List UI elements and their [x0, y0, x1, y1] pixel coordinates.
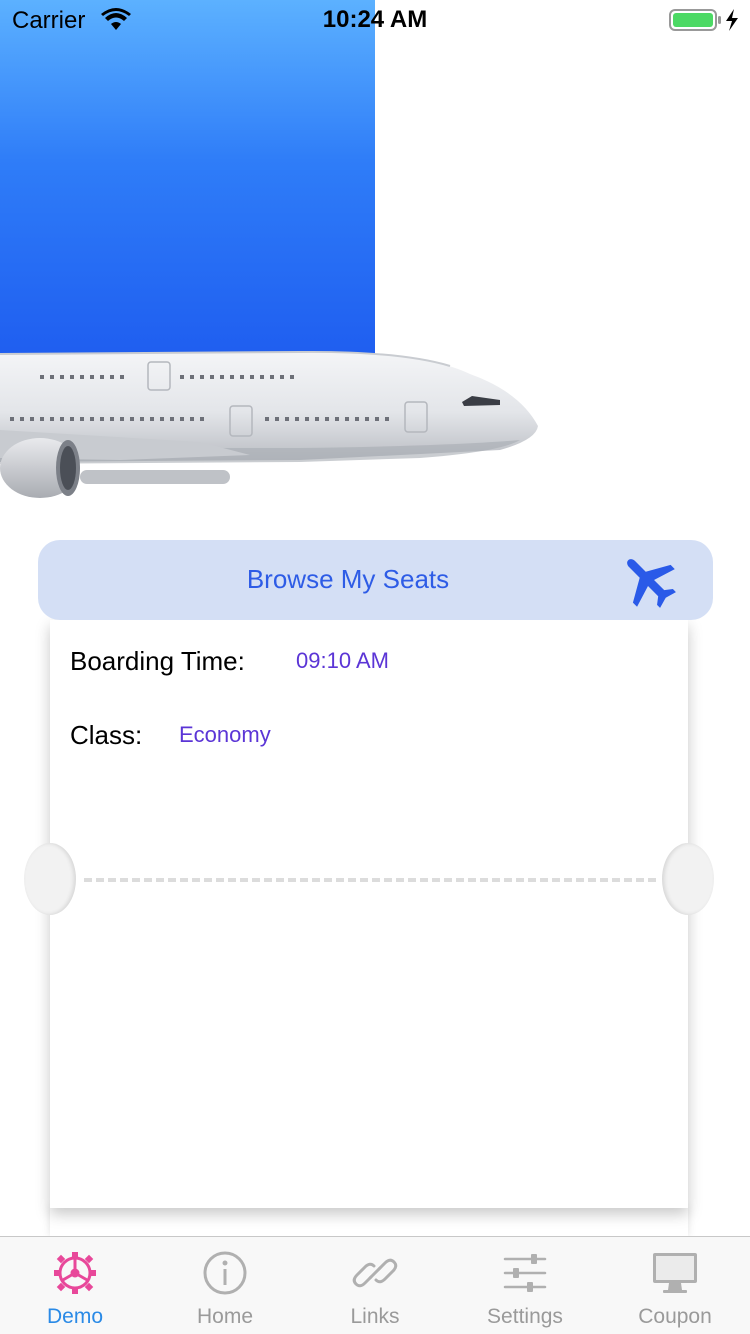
tab-links-label: Links: [350, 1305, 400, 1328]
tab-home[interactable]: Home: [150, 1237, 300, 1334]
tab-coupon[interactable]: Coupon: [600, 1237, 750, 1334]
tab-bar: Demo Home Links Settings Coupon: [0, 1236, 750, 1334]
tab-links[interactable]: Links: [300, 1237, 450, 1334]
boarding-time-value: 09:10 AM: [296, 648, 389, 673]
monitor-icon: [653, 1253, 697, 1293]
boarding-time-label: Boarding Time:: [70, 646, 245, 676]
battery-charging-icon: [669, 9, 738, 31]
link-icon: [352, 1258, 398, 1288]
tab-demo-label: Demo: [46, 1305, 104, 1328]
ticket-notch-left: [24, 843, 76, 915]
sliders-icon: [503, 1254, 547, 1292]
gear-icon: [54, 1252, 96, 1294]
class-value: Economy: [179, 722, 271, 747]
ticket-card-lower-edge: [50, 1208, 688, 1238]
status-bar: Carrier 10:24 AM: [0, 0, 750, 40]
ticket-card: Boarding Time: 09:10 AM Class: Economy: [50, 620, 688, 1208]
tab-coupon-label: Coupon: [638, 1305, 712, 1328]
browse-seats-button[interactable]: Browse My Seats: [38, 540, 713, 620]
tab-home-label: Home: [196, 1305, 254, 1328]
airplane-icon[interactable]: [616, 548, 680, 612]
ticket-notch-right: [662, 843, 714, 915]
tab-settings-label: Settings: [487, 1305, 563, 1328]
ticket-perforation-divider: [84, 878, 656, 882]
tab-settings[interactable]: Settings: [450, 1237, 600, 1334]
app-screen: Carrier 10:24 AM Browse My Seats Boardin…: [0, 0, 750, 1334]
tab-demo[interactable]: Demo: [0, 1237, 150, 1334]
airplane-photo: [0, 350, 538, 498]
hero-sky-background: [0, 0, 375, 356]
info-icon: [203, 1251, 247, 1295]
browse-seats-label: Browse My Seats: [246, 564, 450, 594]
status-time: 10:24 AM: [322, 6, 428, 33]
class-label: Class:: [70, 720, 143, 750]
